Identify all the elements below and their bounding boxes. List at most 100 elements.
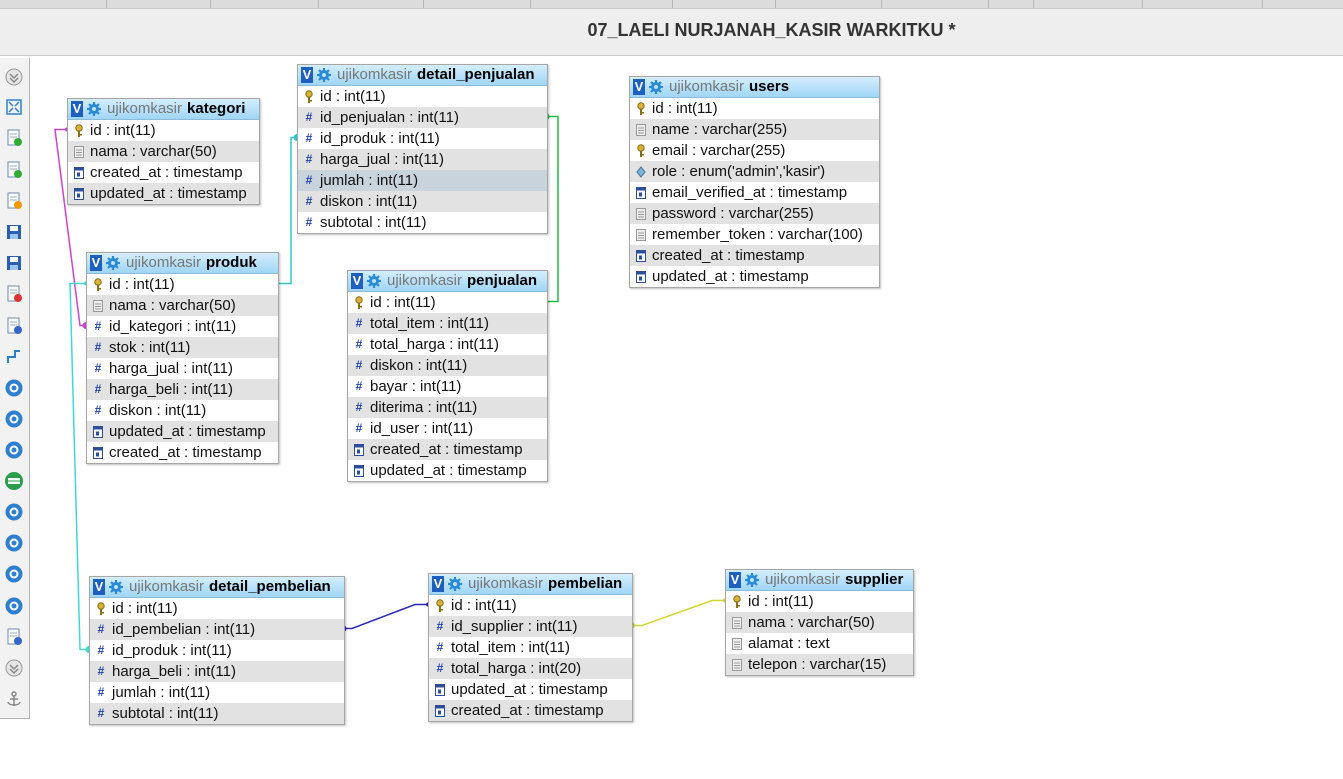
table-column-row[interactable]: # harga_jual : int(11) (298, 149, 547, 170)
table-column-row[interactable]: updated_at : timestamp (87, 421, 278, 442)
toggle-columns-button[interactable]: V (432, 576, 444, 592)
table-kategori[interactable]: Vujikomkasir kategori id : int(11) nama : v… (67, 98, 260, 205)
table-header[interactable]: Vujikomkasir penjualan (348, 271, 547, 292)
table-column-row[interactable]: # diskon : int(11) (298, 191, 547, 212)
column-label: id : int(11) (109, 276, 175, 293)
table-column-row[interactable]: # id_kategori : int(11) (87, 316, 278, 337)
table-column-row[interactable]: # id_penjualan : int(11) (298, 107, 547, 128)
number-column-icon: # (97, 622, 105, 636)
table-column-row[interactable]: # id_produk : int(11) (298, 128, 547, 149)
table-column-row[interactable]: created_at : timestamp (630, 245, 879, 266)
table-column-row[interactable]: updated_at : timestamp (429, 679, 632, 700)
table-column-row[interactable]: # total_item : int(11) (429, 637, 632, 658)
gear-icon[interactable] (317, 68, 331, 82)
table-pembelian[interactable]: Vujikomkasir pembelian id : int(11) # id_sup… (428, 573, 633, 722)
number-column-icon: # (355, 379, 363, 393)
text-column-icon (93, 299, 103, 312)
gear-icon[interactable] (367, 274, 381, 288)
table-column-row[interactable]: # jumlah : int(11) (90, 682, 344, 703)
relation-line[interactable] (277, 136, 297, 285)
toggle-columns-button[interactable]: V (93, 579, 105, 595)
table-column-row[interactable]: id : int(11) (429, 595, 632, 616)
table-column-row[interactable]: id : int(11) (298, 86, 547, 107)
table-column-row[interactable]: name : varchar(255) (630, 119, 879, 140)
table-header[interactable]: Vujikomkasir detail_penjualan (298, 65, 547, 86)
table-db-name: ujikomkasir (468, 575, 544, 592)
relation-line[interactable] (343, 603, 428, 630)
table-column-row[interactable]: # diskon : int(11) (87, 400, 278, 421)
table-column-row[interactable]: # total_item : int(11) (348, 313, 547, 334)
table-column-row[interactable]: id : int(11) (68, 120, 259, 141)
table-column-row[interactable]: id : int(11) (348, 292, 547, 313)
toggle-columns-button[interactable]: V (301, 67, 313, 83)
table-column-row[interactable]: # diskon : int(11) (348, 355, 547, 376)
table-column-row[interactable]: # diterima : int(11) (348, 397, 547, 418)
table-column-row[interactable]: created_at : timestamp (87, 442, 278, 463)
table-column-row[interactable]: id : int(11) (726, 591, 913, 612)
table-column-row[interactable]: # harga_beli : int(11) (90, 661, 344, 682)
table-column-row[interactable]: nama : varchar(50) (68, 141, 259, 162)
date-column-icon (636, 249, 646, 262)
table-header[interactable]: Vujikomkasir produk (87, 253, 278, 274)
toggle-columns-button[interactable]: V (729, 572, 741, 588)
table-penjualan[interactable]: Vujikomkasir penjualan id : int(11) # total_… (347, 270, 548, 482)
table-column-row[interactable]: # harga_jual : int(11) (87, 358, 278, 379)
table-column-row[interactable]: # total_harga : int(11) (348, 334, 547, 355)
toggle-columns-button[interactable]: V (351, 273, 363, 289)
table-column-row[interactable]: # jumlah : int(11) (298, 170, 547, 191)
gear-icon[interactable] (649, 80, 663, 94)
table-users[interactable]: Vujikomkasir users id : int(11) name : varc… (629, 76, 880, 288)
table-column-row[interactable]: telepon : varchar(15) (726, 654, 913, 675)
table-column-row[interactable]: created_at : timestamp (68, 162, 259, 183)
toggle-columns-button[interactable]: V (71, 101, 83, 117)
column-label: nama : varchar(50) (748, 614, 875, 631)
number-column-icon: # (94, 382, 102, 396)
primary-key-icon (733, 594, 741, 608)
table-column-row[interactable]: nama : varchar(50) (87, 295, 278, 316)
table-supplier[interactable]: Vujikomkasir supplier id : int(11) nama : v… (725, 569, 914, 676)
table-column-row[interactable]: created_at : timestamp (348, 439, 547, 460)
table-detail-pembelian[interactable]: Vujikomkasir detail_pembelian id : int(11)… (89, 576, 345, 725)
table-column-row[interactable]: id : int(11) (87, 274, 278, 295)
gear-icon[interactable] (87, 102, 101, 116)
table-column-row[interactable]: email_verified_at : timestamp (630, 182, 879, 203)
table-column-row[interactable]: # id_produk : int(11) (90, 640, 344, 661)
table-column-row[interactable]: # subtotal : int(11) (90, 703, 344, 724)
table-column-row[interactable]: id : int(11) (90, 598, 344, 619)
gear-icon[interactable] (745, 573, 759, 587)
column-label: total_harga : int(20) (451, 660, 582, 677)
table-column-row[interactable]: created_at : timestamp (429, 700, 632, 721)
table-column-row[interactable]: # subtotal : int(11) (298, 212, 547, 233)
table-header[interactable]: Vujikomkasir supplier (726, 570, 913, 591)
table-header[interactable]: Vujikomkasir detail_pembelian (90, 577, 344, 598)
gear-icon[interactable] (109, 580, 123, 594)
table-column-row[interactable]: # id_pembelian : int(11) (90, 619, 344, 640)
table-column-row[interactable]: # id_user : int(11) (348, 418, 547, 439)
table-column-row[interactable]: role : enum('admin','kasir') (630, 161, 879, 182)
table-column-row[interactable]: updated_at : timestamp (68, 183, 259, 204)
toggle-columns-button[interactable]: V (90, 255, 102, 271)
table-header[interactable]: Vujikomkasir users (630, 77, 879, 98)
table-column-row[interactable]: alamat : text (726, 633, 913, 654)
table-header[interactable]: Vujikomkasir pembelian (429, 574, 632, 595)
table-column-row[interactable]: # stok : int(11) (87, 337, 278, 358)
table-column-row[interactable]: # id_supplier : int(11) (429, 616, 632, 637)
table-column-row[interactable]: email : varchar(255) (630, 140, 879, 161)
table-detail-penjualan[interactable]: Vujikomkasir detail_penjualan id : int(11)… (297, 64, 548, 234)
table-column-row[interactable]: password : varchar(255) (630, 203, 879, 224)
table-column-row[interactable]: id : int(11) (630, 98, 879, 119)
relation-line[interactable] (631, 599, 725, 627)
table-column-row[interactable]: # bayar : int(11) (348, 376, 547, 397)
table-column-row[interactable]: updated_at : timestamp (348, 460, 547, 481)
gear-icon[interactable] (106, 256, 120, 270)
table-name: detail_penjualan (417, 66, 535, 83)
table-column-row[interactable]: # total_harga : int(20) (429, 658, 632, 679)
table-header[interactable]: Vujikomkasir kategori (68, 99, 259, 120)
table-column-row[interactable]: updated_at : timestamp (630, 266, 879, 287)
table-produk[interactable]: Vujikomkasir produk id : int(11) nama : var… (86, 252, 279, 464)
table-column-row[interactable]: # harga_beli : int(11) (87, 379, 278, 400)
toggle-columns-button[interactable]: V (633, 79, 645, 95)
gear-icon[interactable] (448, 577, 462, 591)
table-column-row[interactable]: nama : varchar(50) (726, 612, 913, 633)
table-column-row[interactable]: remember_token : varchar(100) (630, 224, 879, 245)
